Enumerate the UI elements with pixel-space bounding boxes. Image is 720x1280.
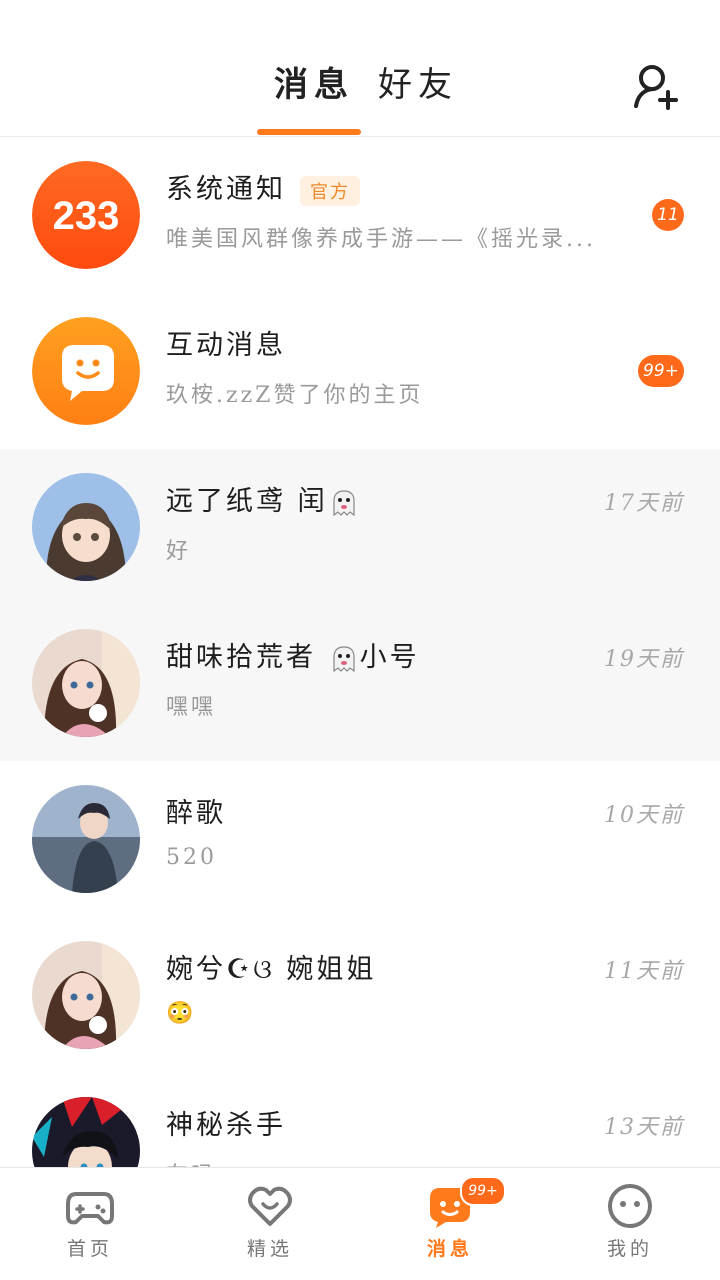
- anime-girl-cat-avatar: [32, 629, 140, 737]
- name-text: 小号: [359, 642, 420, 673]
- conversation-row-system[interactable]: 233 系统通知 官方 唯美国风群像养成手游——《摇光录... 11: [0, 137, 720, 293]
- chat-bubble-face-icon: [32, 317, 140, 425]
- conversation-preview: 😳: [166, 1001, 197, 1026]
- conversation-row-interactions[interactable]: 互动消息 玖桉.zzZ赞了你的主页 99+: [0, 293, 720, 449]
- conversation-preview: 玖桉.zzZ赞了你的主页: [166, 383, 424, 408]
- 233-logo: 233: [53, 194, 120, 238]
- ghost-emoji: [332, 489, 355, 516]
- conversation-time: 13天前: [604, 1115, 684, 1140]
- conversation-preview: 嘿嘿: [166, 695, 217, 720]
- unread-badge: 99+: [638, 355, 684, 387]
- nav-profile[interactable]: 我的: [540, 1168, 720, 1280]
- system-avatar: 233: [32, 161, 140, 269]
- conversation-time: 11天前: [604, 959, 684, 984]
- conversation-list: 233 系统通知 官方 唯美国风群像养成手游——《摇光录... 11 互动消息 …: [0, 137, 720, 1167]
- nav-unread-badge: 99+: [460, 1176, 506, 1206]
- anime-girl-cat-avatar: [32, 941, 140, 1049]
- face-icon: [608, 1184, 652, 1228]
- tab-friends[interactable]: 好友: [378, 62, 458, 108]
- add-friend-button[interactable]: [632, 62, 680, 110]
- conversation-row[interactable]: 婉兮☪ଓ 婉姐姐 😳 11天前: [0, 917, 720, 1073]
- conversation-preview: 520: [166, 845, 217, 870]
- anime-boy-avatar: [32, 785, 140, 893]
- nav-label: 消息: [426, 1238, 473, 1260]
- name-text: 系统通知: [166, 174, 286, 205]
- nav-label: 我的: [606, 1238, 653, 1260]
- unread-badge: 11: [652, 199, 684, 231]
- gamepad-icon: [66, 1192, 114, 1225]
- top-header: 消息 好友: [0, 0, 720, 137]
- conversation-name: 醉歌: [166, 798, 226, 829]
- active-tab-indicator: [257, 129, 361, 135]
- conversation-row[interactable]: 神秘杀手 在吗 13天前: [0, 1073, 720, 1167]
- conversation-time: 17天前: [604, 491, 684, 516]
- nav-label: 精选: [246, 1238, 293, 1260]
- conversation-row[interactable]: 远了纸鸢 闰 好 17天前: [0, 449, 720, 605]
- anime-girl-avatar: [32, 473, 140, 581]
- conversation-time: 10天前: [604, 803, 684, 828]
- ghost-emoji: [332, 645, 355, 672]
- nav-home[interactable]: 首页: [0, 1168, 180, 1280]
- conversation-row[interactable]: 甜味拾荒者 小号 嘿嘿 19天前: [0, 605, 720, 761]
- interaction-avatar: [32, 317, 140, 425]
- heart-icon: [248, 1186, 292, 1226]
- conversation-name: 甜味拾荒者 小号: [166, 635, 420, 675]
- conversation-name: 远了纸鸢 闰: [166, 479, 360, 519]
- nav-featured[interactable]: 精选: [180, 1168, 360, 1280]
- nav-messages[interactable]: 99+ 消息: [360, 1168, 540, 1280]
- conversation-name: 神秘杀手: [166, 1110, 286, 1141]
- conversation-preview: 在吗: [166, 1157, 606, 1167]
- conversation-preview: 唯美国风群像养成手游——《摇光录...: [166, 227, 596, 252]
- conversation-name: 婉兮☪ଓ 婉姐姐: [166, 954, 377, 985]
- anime-red-hair-avatar: [32, 1097, 140, 1167]
- nav-label: 首页: [66, 1238, 113, 1260]
- tab-messages[interactable]: 消息: [274, 62, 354, 108]
- bottom-navigation: 首页 精选 99+ 消息 我的: [0, 1167, 720, 1280]
- conversation-name: 系统通知 官方: [166, 167, 360, 206]
- conversation-preview: 好: [166, 539, 192, 564]
- name-text: 甜味拾荒者: [166, 642, 328, 673]
- official-tag: 官方: [300, 175, 360, 206]
- conversation-name: 互动消息: [166, 330, 286, 361]
- tab-bar: 消息 好友: [0, 62, 720, 112]
- name-text: 远了纸鸢 闰: [166, 486, 328, 517]
- add-user-icon: [634, 65, 678, 110]
- conversation-time: 19天前: [604, 647, 684, 672]
- conversation-row[interactable]: 醉歌 520 10天前: [0, 761, 720, 917]
- messages-screen: 消息 好友 233 系统通知 官方 唯美国风群像养成手游——《摇光录... 11…: [0, 0, 720, 1280]
